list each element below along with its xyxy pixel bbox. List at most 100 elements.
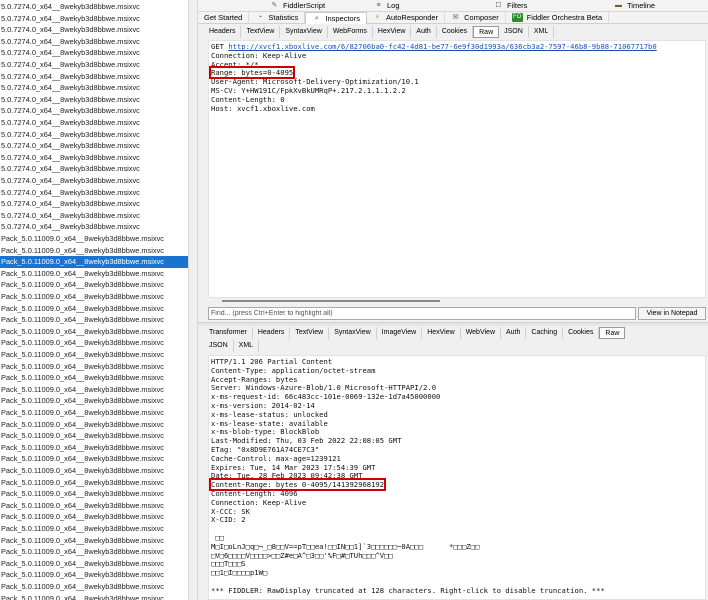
session-row[interactable]: Pack_5.0.11009.0_x64__8wekyb3d8bbwe.msix… — [0, 349, 188, 361]
statistics-icon: ◔ — [257, 14, 262, 21]
session-row[interactable]: Pack_5.0.11009.0_x64__8wekyb3d8bbwe.msix… — [0, 279, 188, 291]
request-tab-syntaxview[interactable]: SyntaxView — [280, 26, 328, 38]
tab-log[interactable]: ≡ Log — [368, 0, 406, 12]
range-header-highlight: Range: bytes=0-4095 — [209, 66, 296, 80]
response-tab-transformer[interactable]: Transformer — [204, 327, 253, 339]
response-tab-webview[interactable]: WebView — [461, 327, 501, 339]
tab-autoresponder[interactable]: ⚡ AutoResponder — [367, 11, 446, 24]
session-row[interactable]: 5.0.7274.0_x64__8wekyb3d8bbwe.msixvc — [0, 94, 188, 106]
session-row[interactable]: 5.0.7274.0_x64__8wekyb3d8bbwe.msixvc — [0, 198, 188, 210]
request-raw-view[interactable]: GET http://xvcf1.xboxlive.com/6/82706ba0… — [208, 40, 706, 298]
session-row[interactable]: Pack_5.0.11009.0_x64__8wekyb3d8bbwe.msix… — [0, 535, 188, 547]
session-row[interactable]: Pack_5.0.11009.0_x64__8wekyb3d8bbwe.msix… — [0, 372, 188, 384]
response-tab-syntaxview[interactable]: SyntaxView — [329, 327, 377, 339]
response-tab-headers[interactable]: Headers — [253, 327, 291, 339]
request-horizontal-scrollbar[interactable] — [210, 299, 706, 304]
tab-label: AutoResponder — [385, 13, 439, 22]
view-in-notepad-button[interactable]: View in Notepad — [638, 306, 706, 320]
pane-splitter[interactable] — [188, 0, 198, 600]
session-row[interactable]: 5.0.7274.0_x64__8wekyb3d8bbwe.msixvc — [0, 163, 188, 175]
session-row[interactable]: Pack_5.0.11009.0_x64__8wekyb3d8bbwe.msix… — [0, 233, 188, 245]
session-row[interactable]: Pack_5.0.11009.0_x64__8wekyb3d8bbwe.msix… — [0, 419, 188, 431]
scrollbar-thumb[interactable] — [222, 300, 440, 302]
request-tab-xml[interactable]: XML — [529, 26, 555, 38]
tab-get-started[interactable]: Get Started — [198, 11, 250, 24]
session-row[interactable]: Pack_5.0.11009.0_x64__8wekyb3d8bbwe.msix… — [0, 384, 188, 396]
session-list[interactable]: 5.0.7274.0_x64__8wekyb3d8bbwe.msixvc 5.0.… — [0, 0, 188, 600]
session-row[interactable]: 5.0.7274.0_x64__8wekyb3d8bbwe.msixvc — [0, 140, 188, 152]
response-tab-cookies[interactable]: Cookies — [563, 327, 600, 339]
session-row[interactable]: Pack_5.0.11009.0_x64__8wekyb3d8bbwe.msix… — [0, 430, 188, 442]
session-row[interactable]: Pack_5.0.11009.0_x64__8wekyb3d8bbwe.msix… — [0, 523, 188, 535]
session-row[interactable]: Pack_5.0.11009.0_x64__8wekyb3d8bbwe.msix… — [0, 303, 188, 315]
session-row[interactable]: Pack_5.0.11009.0_x64__8wekyb3d8bbwe.msix… — [0, 546, 188, 558]
session-row[interactable]: Pack_5.0.11009.0_x64__8wekyb3d8bbwe.msix… — [0, 477, 188, 489]
session-row[interactable]: Pack_5.0.11009.0_x64__8wekyb3d8bbwe.msix… — [0, 314, 188, 326]
request-url-link[interactable]: http://xvcf1.xboxlive.com/6/82706ba0-fc4… — [228, 42, 656, 51]
session-row[interactable]: 5.0.7274.0_x64__8wekyb3d8bbwe.msixvc — [0, 82, 188, 94]
session-row[interactable]: 5.0.7274.0_x64__8wekyb3d8bbwe.msixvc — [0, 117, 188, 129]
session-row[interactable]: Pack_5.0.11009.0_x64__8wekyb3d8bbwe.msix… — [0, 291, 188, 303]
session-row[interactable]: Pack_5.0.11009.0_x64__8wekyb3d8bbwe.msix… — [0, 268, 188, 280]
session-row[interactable]: Pack_5.0.11009.0_x64__8wekyb3d8bbwe.msix… — [0, 337, 188, 349]
session-row[interactable]: 5.0.7274.0_x64__8wekyb3d8bbwe.msixvc — [0, 105, 188, 117]
tab-inspectors[interactable]: ⌕ Inspectors — [305, 11, 367, 24]
session-row[interactable]: 5.0.7274.0_x64__8wekyb3d8bbwe.msixvc — [0, 152, 188, 164]
response-tab-imageview[interactable]: ImageView — [377, 327, 423, 339]
request-tab-webforms[interactable]: WebForms — [328, 26, 373, 38]
request-tab-auth[interactable]: Auth — [411, 26, 437, 38]
response-tab-raw[interactable]: Raw — [599, 327, 626, 339]
response-tab-hexview[interactable]: HexView — [422, 327, 461, 339]
session-row-selected[interactable]: Pack_5.0.11009.0_x64__8wekyb3d8bbwe.msix… — [0, 256, 188, 268]
session-row[interactable]: Pack_5.0.11009.0_x64__8wekyb3d8bbwe.msix… — [0, 569, 188, 581]
response-tab-xml[interactable]: XML — [234, 340, 260, 352]
tab-filters[interactable]: ☐ Filters — [488, 0, 533, 12]
tab-composer[interactable]: ✉ Composer — [445, 11, 506, 24]
session-row[interactable]: Pack_5.0.11009.0_x64__8wekyb3d8bbwe.msix… — [0, 245, 188, 257]
request-tab-hexview[interactable]: HexView — [373, 26, 412, 38]
tab-timeline[interactable]: ▬ Timeline — [608, 0, 661, 12]
request-tab-json[interactable]: JSON — [499, 26, 529, 38]
session-row[interactable]: 5.0.7274.0_x64__8wekyb3d8bbwe.msixvc — [0, 59, 188, 71]
tab-statistics[interactable]: ◔ Statistics — [249, 11, 306, 24]
session-row[interactable]: Pack_5.0.11009.0_x64__8wekyb3d8bbwe.msix… — [0, 593, 188, 600]
session-row[interactable]: 5.0.7274.0_x64__8wekyb3d8bbwe.msixvc — [0, 13, 188, 25]
session-row[interactable]: 5.0.7274.0_x64__8wekyb3d8bbwe.msixvc — [0, 175, 188, 187]
session-row[interactable]: 5.0.7274.0_x64__8wekyb3d8bbwe.msixvc — [0, 210, 188, 222]
session-row[interactable]: Pack_5.0.11009.0_x64__8wekyb3d8bbwe.msix… — [0, 465, 188, 477]
response-tab-json[interactable]: JSON — [204, 340, 234, 352]
session-row[interactable]: 5.0.7274.0_x64__8wekyb3d8bbwe.msixvc — [0, 129, 188, 141]
session-row[interactable]: 5.0.7274.0_x64__8wekyb3d8bbwe.msixvc — [0, 187, 188, 199]
session-row[interactable]: Pack_5.0.11009.0_x64__8wekyb3d8bbwe.msix… — [0, 500, 188, 512]
session-row[interactable]: Pack_5.0.11009.0_x64__8wekyb3d8bbwe.msix… — [0, 453, 188, 465]
session-row[interactable]: Pack_5.0.11009.0_x64__8wekyb3d8bbwe.msix… — [0, 581, 188, 593]
request-response-divider[interactable] — [198, 322, 708, 326]
session-row[interactable]: Pack_5.0.11009.0_x64__8wekyb3d8bbwe.msix… — [0, 326, 188, 338]
session-row[interactable]: Pack_5.0.11009.0_x64__8wekyb3d8bbwe.msix… — [0, 395, 188, 407]
response-headers-after: Content-Length: 4096 Connection: Keep-Al… — [211, 488, 605, 595]
session-row[interactable]: Pack_5.0.11009.0_x64__8wekyb3d8bbwe.msix… — [0, 361, 188, 373]
request-tab-headers[interactable]: Headers — [204, 26, 242, 38]
tab-fiddler-orchestra-beta[interactable]: FO Fiddler Orchestra Beta — [506, 11, 610, 24]
request-tab-textview[interactable]: TextView — [241, 26, 281, 38]
request-tab-cookies[interactable]: Cookies — [437, 26, 474, 38]
session-row[interactable]: 5.0.7274.0_x64__8wekyb3d8bbwe.msixvc — [0, 1, 188, 13]
session-row[interactable]: Pack_5.0.11009.0_x64__8wekyb3d8bbwe.msix… — [0, 511, 188, 523]
session-row[interactable]: Pack_5.0.11009.0_x64__8wekyb3d8bbwe.msix… — [0, 407, 188, 419]
session-row[interactable]: Pack_5.0.11009.0_x64__8wekyb3d8bbwe.msix… — [0, 558, 188, 570]
response-raw-view[interactable]: HTTP/1.1 206 Partial Content Content-Typ… — [208, 355, 706, 600]
response-tab-auth[interactable]: Auth — [501, 327, 527, 339]
find-input[interactable] — [208, 306, 636, 320]
session-row[interactable]: Pack_5.0.11009.0_x64__8wekyb3d8bbwe.msix… — [0, 442, 188, 454]
session-row[interactable]: Pack_5.0.11009.0_x64__8wekyb3d8bbwe.msix… — [0, 488, 188, 500]
response-tab-caching[interactable]: Caching — [526, 327, 564, 339]
tab-fiddlerscript[interactable]: ✎ FiddlerScript — [264, 0, 331, 12]
session-row[interactable]: 5.0.7274.0_x64__8wekyb3d8bbwe.msixvc — [0, 71, 188, 83]
session-row[interactable]: 5.0.7274.0_x64__8wekyb3d8bbwe.msixvc — [0, 221, 188, 233]
find-bar: View in Notepad — [208, 306, 706, 320]
session-row[interactable]: 5.0.7274.0_x64__8wekyb3d8bbwe.msixvc — [0, 36, 188, 48]
request-tab-raw[interactable]: Raw — [473, 26, 500, 38]
response-tab-textview[interactable]: TextView — [290, 327, 330, 339]
session-row[interactable]: 5.0.7274.0_x64__8wekyb3d8bbwe.msixvc — [0, 24, 188, 36]
session-row[interactable]: 5.0.7274.0_x64__8wekyb3d8bbwe.msixvc — [0, 47, 188, 59]
